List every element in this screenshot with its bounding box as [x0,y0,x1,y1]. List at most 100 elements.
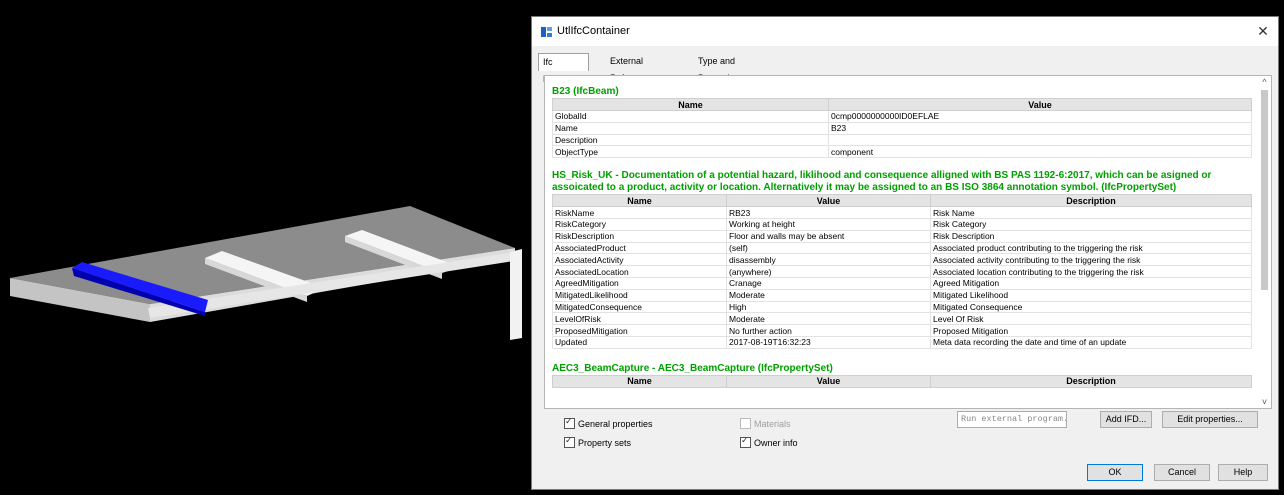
general-properties-checkbox[interactable]: General properties [564,416,653,429]
scrollbar-thumb[interactable] [1261,90,1268,290]
table-cell: Description [552,133,829,147]
table-cell: MitigatedConsequence [552,300,727,314]
table-cell: Mitigated Likelihood [930,288,1252,302]
checkbox-label: Owner info [754,437,798,448]
close-button[interactable]: ✕ [1254,22,1272,40]
table-cell: 0cmp0000000000ID0EFLAE [828,110,1252,123]
checkbox-label: Property sets [578,437,632,448]
table-cell: Name [552,121,829,135]
checkbox-unchecked-icon [740,418,751,429]
3d-viewport[interactable] [0,0,530,495]
table-cell: Moderate [726,312,931,326]
table-cell: Risk Name [930,206,1252,219]
table-cell: Working at height [726,217,931,231]
checkbox-checked-icon [564,435,575,448]
column-header: Name [552,98,829,111]
column-header: Description [930,194,1252,208]
scroll-down-icon[interactable]: ˅ [1259,396,1270,408]
table-cell: MitigatedLikelihood [552,288,727,302]
table-cell: (self) [726,241,931,255]
table-row[interactable]: MitigatedLikelihood Moderate Mitigated Lik… [552,288,1252,302]
table-row[interactable]: GlobalId 0cmp0000000000ID0EFLAE [552,110,1252,123]
table-row[interactable]: Name B23 [552,121,1252,135]
table-cell: disassembly [726,253,931,267]
table-row[interactable]: MitigatedConsequence High Mitigated Conseq… [552,300,1252,314]
table-row[interactable]: ProposedMitigation No further action Propo… [552,324,1252,337]
table-cell: Risk Category [930,217,1252,231]
close-icon: ✕ [1257,23,1269,39]
table-cell: Moderate [726,288,931,302]
ifc-container-dialog: UtlIfcContainer ✕ Ifc Properties Externa… [531,16,1279,490]
table-cell: Proposed Mitigation [930,324,1252,337]
column-header: Name [552,194,727,208]
table-cell: Meta data recording the date and time of… [930,335,1252,349]
footer-bar: OK Cancel Help [532,453,1278,489]
table-cell: AssociatedProduct [552,241,727,255]
run-external-program-dropdown[interactable]: Run external program... ▾ [957,411,1067,428]
table-cell: ObjectType [552,145,829,159]
table-cell: Cranage [726,276,931,290]
add-ifd-button[interactable]: Add IFD... [1100,411,1152,428]
column-header: Description [930,374,1252,388]
table-cell: Mitigated Consequence [930,300,1252,314]
app-icon [541,27,552,37]
beam-capture-section-title: AEC3_BeamCapture - AEC3_BeamCapture (Ifc… [552,362,833,374]
risk-table: Name Value Description RiskName RB23 Risk … [552,194,1252,349]
checkbox-checked-icon [564,416,575,429]
beam-model [10,206,522,340]
ok-button[interactable]: OK [1087,464,1143,481]
table-cell: Associated activity contributing to the … [930,253,1252,267]
table-cell: RiskCategory [552,217,727,231]
checkbox-checked-icon [740,435,751,448]
table-cell: AssociatedLocation [552,265,727,278]
table-row[interactable]: Description [552,133,1252,147]
table-cell: High [726,300,931,314]
table-row[interactable]: RiskName RB23 Risk Name [552,206,1252,219]
table-row[interactable]: AssociatedLocation (anywhere) Associated l… [552,265,1252,278]
property-sets-checkbox[interactable]: Property sets [564,435,632,448]
table-row[interactable]: AssociatedActivity disassembly Associated … [552,253,1252,267]
scroll-up-icon[interactable]: ^ [1259,76,1270,88]
table-cell: Associated location contributing to the … [930,265,1252,278]
edit-properties-button[interactable]: Edit properties... [1162,411,1258,428]
tab-ifc-properties[interactable]: Ifc Properties [538,53,590,84]
table-cell: Agreed Mitigation [930,276,1252,290]
table-cell: RiskDescription [552,229,727,243]
table-row[interactable]: AssociatedProduct (self) Associated produc… [552,241,1252,255]
entity-table: Name Value GlobalId 0cmp0000000000ID0EFLA… [552,98,1252,159]
table-cell: AssociatedActivity [552,253,727,267]
table-row[interactable]: RiskDescription Floor and walls may be ab… [552,229,1252,243]
table-row[interactable]: ObjectType component [552,145,1252,159]
table-row[interactable]: Updated 2017-08-19T16:32:23 Meta data reco… [552,335,1252,349]
table-cell: Risk Description [930,229,1252,243]
table-cell: GlobalId [552,110,829,123]
table-cell: No further action [726,324,931,337]
table-row[interactable]: AgreedMitigation Cranage Agreed Mitigation [552,276,1252,290]
materials-checkbox: Materials [740,418,791,429]
table-row[interactable]: LevelOfRisk Moderate Level Of Risk [552,312,1252,326]
tab-external-references[interactable]: External References [606,53,660,83]
table-cell: Associated product contributing to the t… [930,241,1252,255]
table-row[interactable]: RiskCategory Working at height Risk Catego… [552,217,1252,231]
table-cell: LevelOfRisk [552,312,727,326]
cancel-button[interactable]: Cancel [1154,464,1210,481]
table-cell: B23 [828,121,1252,135]
column-header: Value [726,194,931,208]
table-cell [828,133,1252,147]
beam-capture-table: Name Value Description [552,374,1252,388]
entity-section-title: B23 (IfcBeam) [552,86,619,97]
table-cell: RB23 [726,206,931,219]
window-title: UtlIfcContainer [557,25,630,37]
checkbox-label: General properties [578,418,653,429]
tab-type-and-properties[interactable]: Type and Properties [694,53,743,83]
table-cell: (anywhere) [726,265,931,278]
table-cell: Updated [552,335,727,349]
properties-panel[interactable]: B23 (IfcBeam) Name Value GlobalId 0cmp000… [544,75,1272,409]
help-button[interactable]: Help [1218,464,1268,481]
risk-section-title: HS_Risk_UK - Documentation of a potentia… [552,170,1212,194]
owner-info-checkbox[interactable]: Owner info [740,435,798,448]
checkbox-label: Materials [754,418,791,429]
column-header: Value [828,98,1252,111]
table-cell: ProposedMitigation [552,324,727,337]
table-cell: 2017-08-19T16:32:23 [726,335,931,349]
